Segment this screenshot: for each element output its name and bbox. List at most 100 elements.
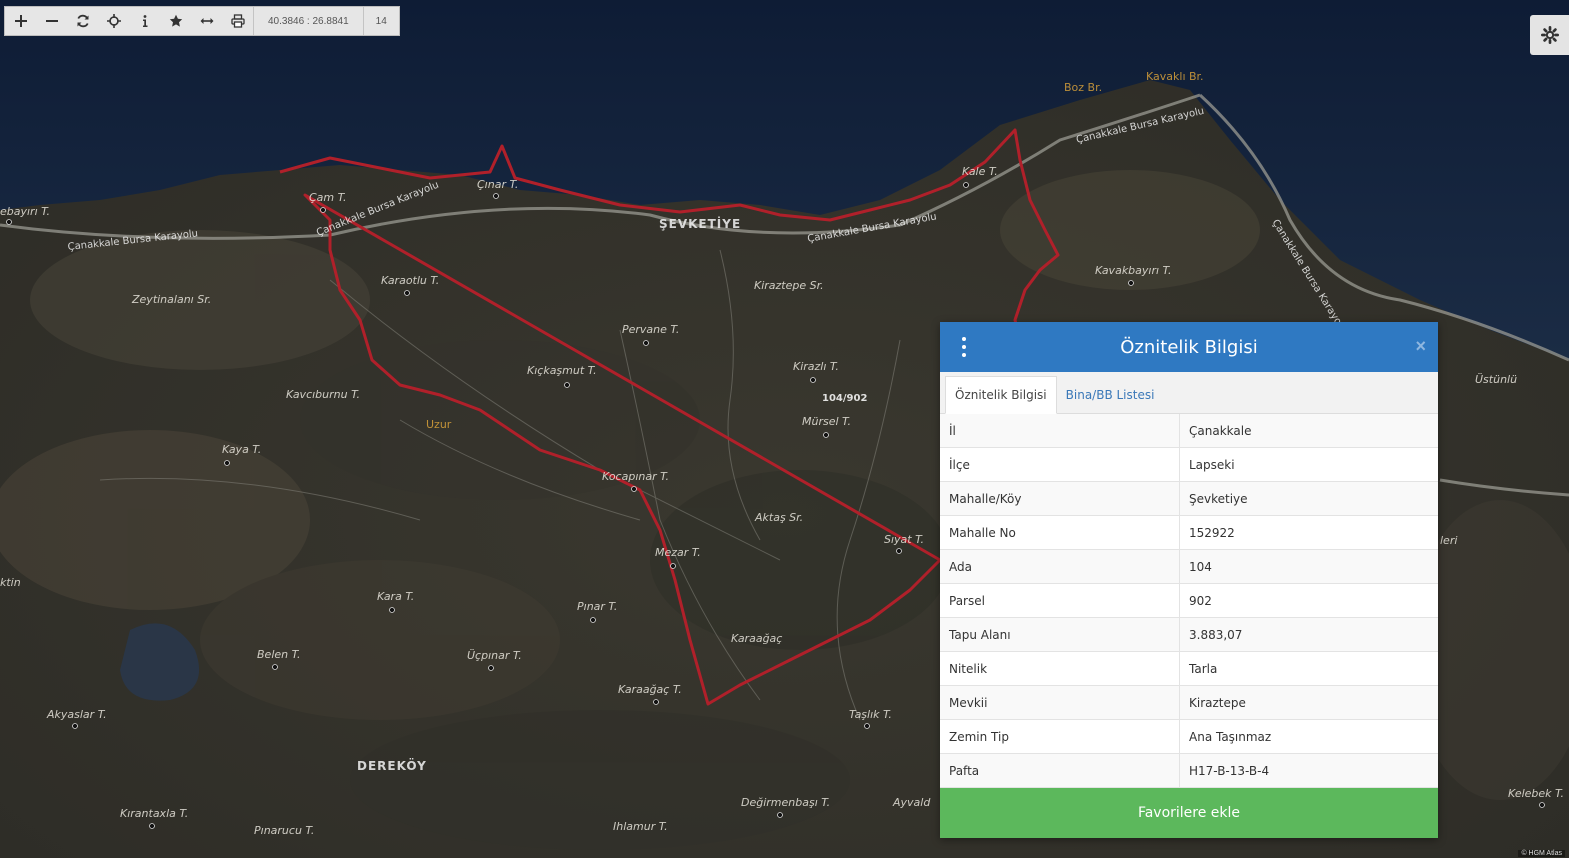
map-label: Karaotlu T. bbox=[381, 274, 439, 287]
map-label: Üçpınar T. bbox=[467, 649, 522, 662]
map-label: Kavaklı Br. bbox=[1146, 70, 1204, 83]
zoom-level: 14 bbox=[362, 7, 399, 35]
zoom-out-button[interactable] bbox=[36, 7, 67, 35]
map-label: ŞEVKETİYE bbox=[659, 216, 741, 231]
map-label: Belen T. bbox=[257, 648, 301, 661]
map-label: Kocapınar T. bbox=[602, 470, 669, 483]
parcel-label: 104/902 bbox=[822, 393, 867, 404]
map-label: Uzur bbox=[426, 418, 452, 431]
attribute-key: İl bbox=[940, 414, 1180, 448]
refresh-icon bbox=[76, 14, 89, 28]
tab-building-list[interactable]: Bina/BB Listesi bbox=[1057, 377, 1164, 413]
map-attribution: © HGM Atlas bbox=[1518, 850, 1565, 857]
map-label: Karaağaç bbox=[731, 632, 782, 645]
attribute-value: 152922 bbox=[1179, 515, 1438, 550]
table-row: Mahalle/Köy Şevketiye bbox=[940, 481, 1438, 516]
attribute-table: İl Çanakkale İlçe Lapseki Mahalle/Köy Şevketi… bbox=[940, 414, 1438, 788]
map-label: Üstünlü bbox=[1475, 373, 1517, 386]
map-label: Kara T. bbox=[377, 590, 414, 603]
map-label: Boz Br. bbox=[1064, 81, 1102, 94]
map-label: leri bbox=[1440, 534, 1457, 547]
map-label: Kaya T. bbox=[222, 443, 261, 456]
table-row: İl Çanakkale bbox=[940, 414, 1438, 448]
attribute-value: Ana Taşınmaz bbox=[1179, 719, 1438, 754]
add-to-favorites-button[interactable]: Favorilere ekle bbox=[940, 788, 1438, 838]
attribute-value: 3.883,07 bbox=[1179, 617, 1438, 652]
attribute-key: Parsel bbox=[940, 583, 1180, 618]
map-label: Mürsel T. bbox=[802, 415, 851, 428]
tab-attribute-info[interactable]: Öznitelik Bilgisi bbox=[945, 376, 1057, 414]
panel-header: Öznitelik Bilgisi × bbox=[940, 322, 1438, 372]
table-row: İlçe Lapseki bbox=[940, 447, 1438, 482]
settings-button[interactable] bbox=[1530, 15, 1569, 55]
attribute-info-panel: Öznitelik Bilgisi × Öznitelik Bilgisi Bi… bbox=[940, 322, 1438, 838]
map-label: Kavakbayırı T. bbox=[1095, 264, 1171, 277]
plus-icon bbox=[14, 15, 27, 27]
map-label: Kırantaxla T. bbox=[120, 807, 188, 820]
coordinate-readout: 40.3846 : 26.8841 bbox=[253, 7, 363, 35]
locate-button[interactable] bbox=[98, 7, 129, 35]
attribute-value: Tarla bbox=[1179, 651, 1438, 686]
map-label: Akyaslar T. bbox=[46, 708, 107, 721]
panel-title: Öznitelik Bilgisi bbox=[1120, 336, 1258, 358]
table-row: Zemin Tip Ana Taşınmaz bbox=[940, 719, 1438, 754]
map-label: Ayvald bbox=[892, 796, 931, 809]
attribute-key: Pafta bbox=[940, 753, 1180, 788]
vertical-dots-icon bbox=[962, 337, 966, 341]
attribute-value: Çanakkale bbox=[1179, 414, 1438, 448]
zoom-in-button[interactable] bbox=[5, 7, 36, 35]
close-icon[interactable]: × bbox=[1415, 336, 1426, 356]
star-icon bbox=[169, 14, 182, 27]
attribute-key: Mahalle No bbox=[940, 515, 1180, 550]
map-label: Değirmenbaşı T. bbox=[741, 796, 830, 809]
map-label: Karaağaç T. bbox=[618, 683, 682, 696]
measure-icon bbox=[200, 18, 213, 24]
favorites-button[interactable] bbox=[160, 7, 191, 35]
map-label: Kıçkaşmut T. bbox=[527, 364, 597, 377]
map-label: Zeytinalanı Sr. bbox=[131, 293, 211, 306]
map-label: Kirazlı T. bbox=[793, 360, 839, 373]
map-label: Aktaş Sr. bbox=[754, 511, 803, 524]
minus-icon bbox=[45, 20, 58, 22]
map-label: Kavcıburnu T. bbox=[286, 388, 360, 401]
info-icon bbox=[142, 15, 147, 27]
attribute-key: Ada bbox=[940, 549, 1180, 584]
gear-icon bbox=[1540, 26, 1559, 44]
measure-button[interactable] bbox=[191, 7, 222, 35]
attribute-value: Kiraztepe bbox=[1179, 685, 1438, 720]
map-toolbar: 40.3846 : 26.8841 14 bbox=[4, 6, 400, 36]
attribute-value: H17-B-13-B-4 bbox=[1179, 753, 1438, 788]
attribute-key: Tapu Alanı bbox=[940, 617, 1180, 652]
map-label: Ihlamur T. bbox=[613, 820, 668, 833]
attribute-key: İlçe bbox=[940, 447, 1180, 482]
print-button[interactable] bbox=[222, 7, 253, 35]
map-label: Kelebek T. bbox=[1508, 787, 1564, 800]
info-button[interactable] bbox=[129, 7, 160, 35]
panel-menu-button[interactable] bbox=[956, 337, 972, 357]
table-row: Mevkii Kiraztepe bbox=[940, 685, 1438, 720]
table-row: Mahalle No 152922 bbox=[940, 515, 1438, 550]
print-icon bbox=[230, 14, 245, 28]
attribute-key: Nitelik bbox=[940, 651, 1180, 686]
map-label: Taşlık T. bbox=[849, 708, 892, 721]
map-label: Pervane T. bbox=[622, 323, 679, 336]
table-row: Ada 104 bbox=[940, 549, 1438, 584]
table-row: Pafta H17-B-13-B-4 bbox=[940, 753, 1438, 788]
crosshair-icon bbox=[106, 14, 121, 28]
map-label: Pınarucu T. bbox=[254, 824, 314, 837]
map-label: DEREKÖY bbox=[357, 758, 427, 773]
attribute-key: Mevkii bbox=[940, 685, 1180, 720]
map-label: Pınar T. bbox=[577, 600, 617, 613]
panel-tabs: Öznitelik Bilgisi Bina/BB Listesi bbox=[940, 372, 1438, 414]
map-label: Kale T. bbox=[962, 165, 998, 178]
attribute-key: Mahalle/Köy bbox=[940, 481, 1180, 516]
map-label: Sıyat T. bbox=[884, 533, 924, 546]
table-row: Parsel 902 bbox=[940, 583, 1438, 618]
table-row: Nitelik Tarla bbox=[940, 651, 1438, 686]
map-label: Çınar T. bbox=[477, 178, 518, 191]
map-label: Mezar T. bbox=[655, 546, 701, 559]
refresh-button[interactable] bbox=[67, 7, 98, 35]
attribute-value: Lapseki bbox=[1179, 447, 1438, 482]
attribute-key: Zemin Tip bbox=[940, 719, 1180, 754]
map-label: ebayırı T. bbox=[0, 205, 50, 218]
